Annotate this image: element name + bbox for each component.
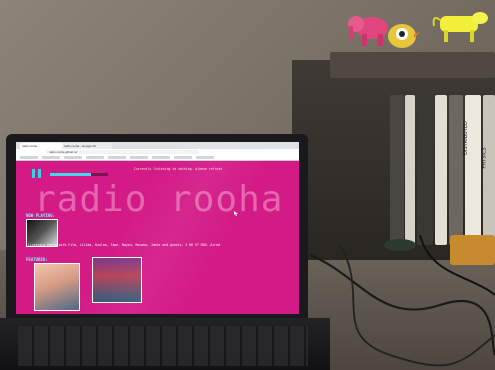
bookmark[interactable] <box>20 156 38 159</box>
laptop-screen: radio rooha radio rooha - Google Ch radi… <box>16 142 299 314</box>
book-distributed: DISTRIBUTED <box>462 95 481 245</box>
book <box>435 95 447 245</box>
status-notice: Currently listening to nothing. please r… <box>134 167 223 171</box>
mouse-cursor <box>234 211 238 216</box>
now-playing-label: NOW PLAYING: <box>26 213 55 218</box>
bookmark[interactable] <box>130 156 148 159</box>
book-spine-text: PHYSICS <box>481 147 488 169</box>
page-title: radio rooha <box>34 179 284 220</box>
bookmark[interactable] <box>174 156 192 159</box>
radio-page: Currently listening to nothing. please r… <box>16 161 299 314</box>
bookmark[interactable] <box>42 156 60 159</box>
bookmark[interactable] <box>152 156 170 159</box>
show-description: Listening Party with Film, Lilika, Kuula… <box>28 243 220 247</box>
bookmark[interactable] <box>64 156 82 159</box>
book <box>405 95 415 245</box>
featured-cover[interactable] <box>34 263 80 311</box>
shelf-top-tray <box>330 52 495 78</box>
progress-bar[interactable] <box>50 173 108 176</box>
book-row: DISTRIBUTED PHYSICS <box>390 95 495 245</box>
pause-icon[interactable] <box>32 169 42 178</box>
book <box>449 95 463 245</box>
bookmark[interactable] <box>86 156 104 159</box>
progress-fill <box>50 173 91 176</box>
bookmark[interactable] <box>196 156 214 159</box>
featured-cover[interactable] <box>92 257 142 303</box>
address-bar[interactable]: radio-rooha.github.io/ <box>46 150 199 154</box>
bird-toy <box>388 24 420 48</box>
cow-toy <box>432 12 488 42</box>
book-physics: PHYSICS <box>481 95 495 245</box>
book <box>390 95 404 245</box>
keyboard <box>18 326 308 366</box>
book-spine-text: DISTRIBUTED <box>462 121 469 155</box>
featured-label: FEATURED: <box>26 257 48 262</box>
browser-tab-strip: radio rooha radio rooha - Google Ch <box>16 142 299 149</box>
book <box>417 95 433 245</box>
bookmark[interactable] <box>108 156 126 159</box>
